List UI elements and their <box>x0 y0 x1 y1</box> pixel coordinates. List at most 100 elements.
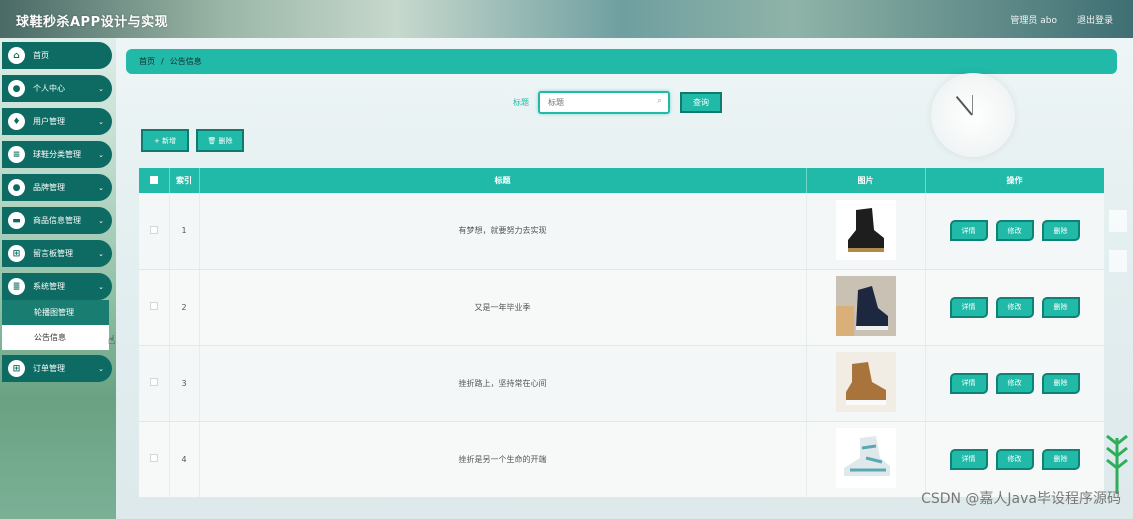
row-image <box>806 193 926 270</box>
logout-link[interactable]: 退出登录 <box>1077 13 1113 26</box>
watermark: CSDN @嘉人Java毕设程序源码 <box>921 491 1121 507</box>
chevron-down-icon: ⌄ <box>98 364 104 373</box>
sidebar-item-user-management[interactable]: ♦ 用户管理 ⌄ <box>2 108 112 135</box>
sidebar-item-label: 留言板管理 <box>33 249 73 258</box>
detail-button[interactable]: 详情 <box>949 372 988 394</box>
search-icon: ⌕ <box>656 96 662 106</box>
edit-button[interactable]: 修改 <box>995 372 1034 394</box>
query-button[interactable]: 查询 <box>680 92 722 113</box>
chevron-down-icon: ⌄ <box>98 216 104 225</box>
sidebar-item-label: 订单管理 <box>33 364 65 373</box>
row-index: 2 <box>169 269 200 346</box>
submenu-announcement[interactable]: 公告信息 <box>2 325 109 350</box>
delete-row-button[interactable]: 删除 <box>1041 296 1080 318</box>
sidebar-item-label: 首页 <box>33 51 49 60</box>
row-actions: 详情 修改 删除 <box>926 220 1104 242</box>
table-row: 3 挫折路上，坚持常在心间 详情 修改 删除 <box>139 345 1104 422</box>
row-image <box>806 345 926 422</box>
chevron-down-icon: ⌄ <box>98 183 104 192</box>
row-title: 有梦想，就要努力去实现 <box>199 193 807 270</box>
row-image <box>806 269 926 346</box>
search-label: 标题 <box>513 98 529 107</box>
breadcrumb-home[interactable]: 首页 <box>139 56 155 67</box>
home-icon: ⌂ <box>8 47 25 64</box>
breadcrumb-current: 公告信息 <box>169 57 202 66</box>
pin-icon: ● <box>8 179 25 196</box>
sidebar-item-label: 个人中心 <box>33 84 65 93</box>
delete-button[interactable]: 🗑 删除 <box>196 129 244 152</box>
sidebar-item-label: 球鞋分类管理 <box>33 150 81 159</box>
breadcrumb-separator: / <box>161 57 164 66</box>
add-button[interactable]: + 新增 <box>141 129 189 152</box>
clock-decoration <box>931 73 1015 157</box>
chevron-down-icon: ⌄ <box>98 117 104 126</box>
sidebar-item-label: 商品信息管理 <box>33 216 81 225</box>
sidebar-item-message-board[interactable]: ⊞ 留言板管理 ⌄ <box>2 240 112 267</box>
row-title: 挫折路上，坚持常在心间 <box>199 345 807 422</box>
row-title: 挫折是另一个生命的开端 <box>199 421 807 498</box>
submenu-carousel[interactable]: 轮播图管理 <box>2 300 109 325</box>
table-row: 1 有梦想，就要努力去实现 详情 修改 删除 <box>139 193 1104 270</box>
chevron-down-icon: ⌄ <box>98 249 104 258</box>
table-header-row: 索引 标题 图片 操作 <box>139 168 1104 193</box>
sidebar-item-label: 用户管理 <box>33 117 65 126</box>
sidebar-item-system[interactable]: ≣ 系统管理 ⌄ <box>2 273 112 300</box>
top-header: 球鞋秒杀APP设计与实现 管理员 abo 退出登录 <box>0 0 1133 38</box>
user-info: 管理员 abo <box>1010 16 1057 26</box>
row-checkbox[interactable] <box>149 302 158 310</box>
row-image <box>806 421 926 498</box>
side-decoration <box>1109 250 1127 272</box>
sidebar: ⌂ 首页 ● 个人中心 ⌄ ♦ 用户管理 ⌄ ≡ 球鞋分类管理 ⌄ ● 品牌管理… <box>0 38 116 519</box>
select-all-checkbox[interactable] <box>149 175 158 184</box>
briefcase-icon: ▬ <box>8 212 25 229</box>
row-index: 4 <box>169 421 200 498</box>
sidebar-item-product-info[interactable]: ▬ 商品信息管理 ⌄ <box>2 207 112 234</box>
plant-icon <box>1106 434 1128 494</box>
sidebar-item-label: 系统管理 <box>33 282 65 291</box>
sidebar-item-personal-center[interactable]: ● 个人中心 ⌄ <box>2 75 112 102</box>
detail-button[interactable]: 详情 <box>949 296 988 318</box>
row-actions: 详情 修改 删除 <box>926 372 1104 394</box>
row-checkbox[interactable] <box>149 454 158 462</box>
row-index: 3 <box>169 345 200 422</box>
main-content: 首页 / 公告信息 标题 ⌕ 查询 + 新增 🗑 删除 索引 标题 图片 操作 <box>116 38 1133 519</box>
table-row: 2 又是一年毕业季 详情 修改 删除 <box>139 269 1104 346</box>
chevron-down-icon: ⌄ <box>98 84 104 93</box>
sidebar-item-label: 品牌管理 <box>33 183 65 192</box>
delete-row-button[interactable]: 删除 <box>1041 372 1080 394</box>
search-input[interactable] <box>540 93 650 112</box>
user-icon: ● <box>8 80 25 97</box>
hand-cursor-icon: ☝ <box>108 333 116 347</box>
grid-icon: ⊞ <box>8 360 25 377</box>
shoe-image <box>835 276 896 336</box>
delete-row-button[interactable]: 删除 <box>1041 220 1080 242</box>
breadcrumb: 首页 / 公告信息 <box>126 49 1117 74</box>
row-actions: 详情 修改 删除 <box>926 448 1104 470</box>
sidebar-item-home[interactable]: ⌂ 首页 <box>2 42 112 69</box>
grid-icon: ⊞ <box>8 245 25 262</box>
shoe-image <box>835 352 896 412</box>
select-all-header[interactable] <box>139 168 170 193</box>
sidebar-item-orders[interactable]: ⊞ 订单管理 ⌄ <box>2 355 112 382</box>
chevron-down-icon: ⌄ <box>98 150 104 159</box>
shoe-image <box>835 199 896 260</box>
announcement-table: 索引 标题 图片 操作 1 有梦想，就要努力去实现 详情 修改 删除 2 又是一… <box>139 168 1104 519</box>
table-row: 4 挫折是另一个生命的开端 详情 修改 删除 <box>139 421 1104 498</box>
shield-icon: ♦ <box>8 113 25 130</box>
sliders-icon: ≣ <box>8 278 25 295</box>
edit-button[interactable]: 修改 <box>995 220 1034 242</box>
edit-button[interactable]: 修改 <box>995 296 1034 318</box>
detail-button[interactable]: 详情 <box>949 220 988 242</box>
chevron-down-icon: ⌄ <box>98 282 104 291</box>
row-checkbox[interactable] <box>149 225 158 234</box>
row-actions: 详情 修改 删除 <box>926 296 1104 318</box>
sidebar-item-shoe-category[interactable]: ≡ 球鞋分类管理 ⌄ <box>2 141 112 168</box>
sidebar-item-brand[interactable]: ● 品牌管理 ⌄ <box>2 174 112 201</box>
app-title: 球鞋秒杀APP设计与实现 <box>16 15 169 30</box>
row-index: 1 <box>169 193 200 270</box>
detail-button[interactable]: 详情 <box>949 448 988 470</box>
shoe-image <box>835 428 896 488</box>
delete-row-button[interactable]: 删除 <box>1041 448 1080 470</box>
edit-button[interactable]: 修改 <box>995 448 1034 470</box>
row-checkbox[interactable] <box>149 378 158 386</box>
